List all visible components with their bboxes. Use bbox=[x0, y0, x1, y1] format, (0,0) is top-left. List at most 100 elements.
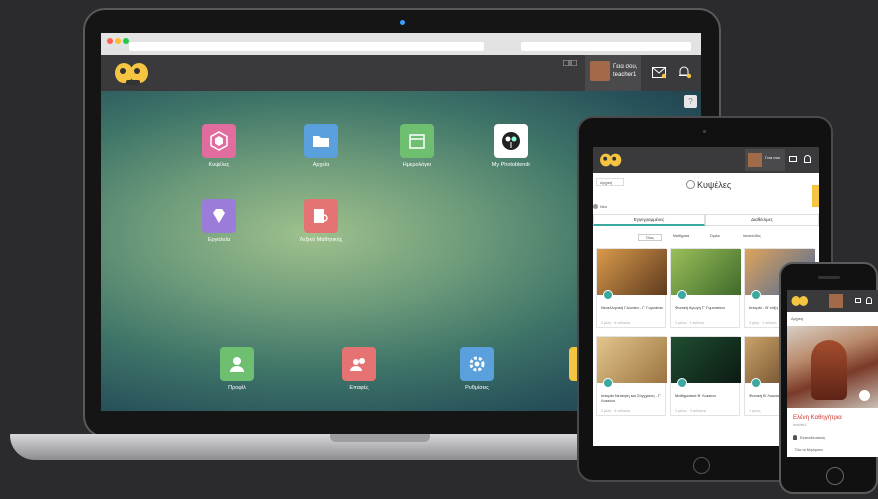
profile-info: Εκπαιδευτικός bbox=[800, 435, 826, 440]
tablet-username: Γεια σου bbox=[765, 155, 781, 160]
window-controls-icon[interactable] bbox=[563, 60, 577, 66]
hive-card-title: Φυσική Αγωγή Γ' Γυμνασίου bbox=[675, 305, 725, 310]
phone-home-button[interactable] bbox=[826, 467, 844, 485]
laptop-camera bbox=[400, 20, 405, 25]
contacts-icon bbox=[350, 358, 365, 371]
filter-label: Νέα bbox=[600, 204, 607, 209]
tablet-camera bbox=[703, 130, 706, 133]
hive-badge-icon bbox=[677, 378, 687, 388]
help-button[interactable]: ? bbox=[684, 95, 697, 108]
profile-photo bbox=[787, 326, 878, 408]
app-header: Γεια σου, teacher1 bbox=[101, 55, 701, 91]
address-bar[interactable] bbox=[129, 42, 484, 51]
camera-icon[interactable] bbox=[859, 390, 870, 401]
app-tile[interactable] bbox=[202, 124, 236, 158]
hive-icon bbox=[686, 180, 695, 189]
app-label: Εργαλεία bbox=[207, 237, 231, 243]
balloons-icon bbox=[502, 132, 520, 150]
app-tile[interactable] bbox=[342, 347, 376, 381]
user-icon bbox=[230, 357, 244, 372]
hive-card-meta: 3 μέλη · 1 έκδοση bbox=[749, 321, 777, 325]
app-launcher[interactable]: Ημερολόγιο bbox=[387, 124, 447, 168]
hive-card[interactable]: Νεοελληνική Γλώσσα - Γ' Γυμνάσιο 2 μέλη ·… bbox=[596, 248, 667, 328]
filter-lessons[interactable]: Μαθήματα bbox=[673, 234, 689, 238]
hive-card-image bbox=[597, 249, 667, 295]
hive-card-meta: 2 μέλη · 5 εκδόσεις bbox=[601, 321, 631, 325]
phone-header bbox=[787, 290, 878, 312]
avatar[interactable] bbox=[590, 61, 610, 81]
tablet-user-block[interactable]: Γεια σου bbox=[745, 149, 785, 171]
tablet-avatar[interactable] bbox=[748, 153, 762, 167]
filter-websites[interactable]: Ιστοσελίδες bbox=[743, 234, 761, 238]
app-tile[interactable] bbox=[202, 199, 236, 233]
close-dot[interactable] bbox=[107, 38, 113, 44]
app-tile[interactable] bbox=[494, 124, 528, 158]
folder-icon bbox=[313, 136, 329, 147]
app-tile[interactable] bbox=[304, 124, 338, 158]
hive-card-meta: 1 μέλος · 1 έκδοση bbox=[675, 321, 705, 325]
hive-badge-icon bbox=[677, 290, 687, 300]
hive-card[interactable]: Φυσική Αγωγή Γ' Γυμνασίου 1 μέλος · 1 έκδ… bbox=[670, 248, 741, 328]
phone-speaker bbox=[818, 276, 840, 279]
app-launcher[interactable]: Λεξικό Μαθητικής bbox=[291, 199, 351, 243]
browser-search-bar[interactable] bbox=[521, 42, 691, 51]
app-tile[interactable] bbox=[304, 199, 338, 233]
app-launcher[interactable]: Προφίλ bbox=[207, 347, 267, 391]
tablet-bell-icon[interactable] bbox=[804, 155, 811, 163]
filter-icon bbox=[593, 204, 598, 209]
gear-icon bbox=[469, 356, 485, 372]
bell-icon[interactable] bbox=[677, 65, 691, 79]
phone-mail-icon[interactable] bbox=[855, 298, 861, 303]
hive-card-meta: 1 μέλος · 3 εκδόσεις bbox=[675, 409, 707, 413]
app-tile[interactable] bbox=[460, 347, 494, 381]
laptop-notch bbox=[330, 434, 430, 442]
phone-back-button[interactable]: Αρχική bbox=[791, 316, 803, 321]
hive-card[interactable]: Μαθηματικά Β' Λυκείου 1 μέλος · 3 εκδόσει… bbox=[670, 336, 741, 416]
tab-enrolled[interactable]: Εγγεγραμμένες bbox=[593, 214, 705, 226]
phone-bell-icon[interactable] bbox=[866, 297, 872, 304]
greeting-text: Γεια σου, bbox=[613, 64, 638, 70]
tablet-page-title: Κυψέλες bbox=[697, 180, 732, 190]
hive-card-title: Ιστορία Νεότερη και Σύγχρονη - Γ' Λυκείο… bbox=[601, 393, 661, 403]
username-text: teacher1 bbox=[613, 72, 637, 78]
app-launcher[interactable]: Εργαλεία bbox=[189, 199, 249, 243]
hive-card-image bbox=[671, 249, 741, 295]
hive-card-image bbox=[671, 337, 741, 383]
app-launcher[interactable]: Ρυθμίσεις bbox=[447, 347, 507, 391]
app-tile[interactable] bbox=[400, 124, 434, 158]
tablet-home-button[interactable] bbox=[693, 457, 710, 474]
app-label: Λεξικό Μαθητικής bbox=[299, 237, 343, 243]
filter-groups[interactable]: Όμιλοι bbox=[710, 234, 720, 238]
hive-badge-icon bbox=[751, 378, 761, 388]
hive-card-image bbox=[597, 337, 667, 383]
app-tile[interactable] bbox=[220, 347, 254, 381]
app-launcher[interactable]: Αρχεία bbox=[291, 124, 351, 168]
phone-logo-icon bbox=[791, 296, 808, 306]
app-launcher[interactable]: My Photoblendr bbox=[481, 124, 541, 168]
hive-card-title: Νεοελληνική Γλώσσα - Γ' Γυμνάσιο bbox=[601, 305, 663, 310]
diamond-icon bbox=[213, 209, 225, 223]
hive-card-meta: 1 μέλος bbox=[749, 409, 761, 413]
hive-badge-icon bbox=[751, 290, 761, 300]
calendar-icon bbox=[409, 134, 425, 149]
app-label: Κυψέλες bbox=[208, 162, 230, 168]
profile-figure bbox=[811, 340, 847, 400]
app-label: My Photoblendr bbox=[491, 162, 531, 168]
messages-link[interactable]: Όλα τα Μηνύματα bbox=[795, 448, 823, 452]
tablet-side-tab[interactable] bbox=[812, 185, 819, 207]
hive-badge-icon bbox=[603, 290, 613, 300]
hive-badge-icon bbox=[603, 378, 613, 388]
hive-card[interactable]: Ιστορία Νεότερη και Σύγχρονη - Γ' Λυκείο… bbox=[596, 336, 667, 416]
tablet-back-button[interactable]: Αρχική bbox=[596, 178, 624, 186]
tablet-header: Γεια σου bbox=[593, 147, 819, 173]
tab-available[interactable]: Διαθέσιμες bbox=[705, 214, 819, 226]
mail-icon[interactable] bbox=[652, 67, 666, 78]
minimize-dot[interactable] bbox=[115, 38, 121, 44]
phone-avatar[interactable] bbox=[829, 294, 843, 308]
app-launcher[interactable]: Επαφές bbox=[329, 347, 389, 391]
app-label: Ρυθμίσεις bbox=[465, 385, 489, 391]
tablet-mail-icon[interactable] bbox=[789, 156, 797, 162]
app-launcher[interactable]: Κυψέλες bbox=[189, 124, 249, 168]
filter-all[interactable]: Όλες bbox=[638, 234, 662, 241]
user-profile-block[interactable]: Γεια σου, teacher1 bbox=[585, 55, 641, 91]
